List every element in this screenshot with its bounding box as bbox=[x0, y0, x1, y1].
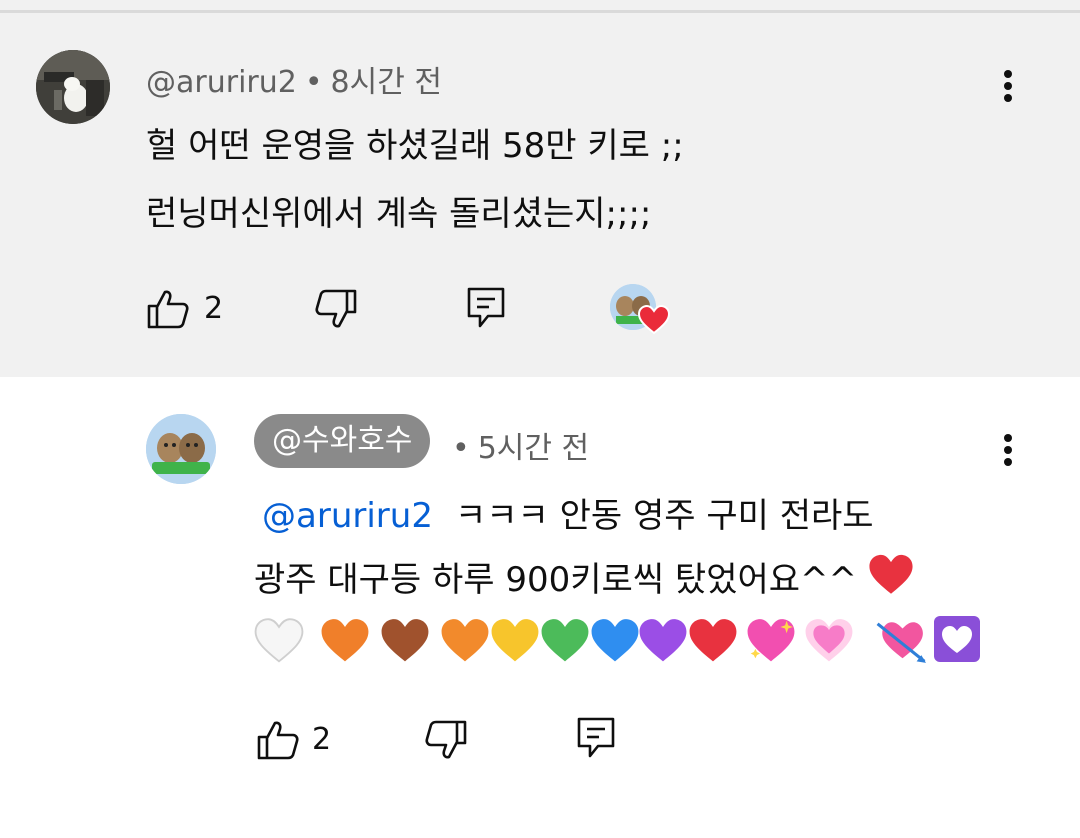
more-options-icon[interactable] bbox=[998, 66, 1018, 106]
like-count: 2 bbox=[312, 722, 332, 757]
reply-icon[interactable] bbox=[576, 716, 616, 760]
dislike-icon[interactable] bbox=[424, 718, 468, 762]
comment-thread: @aruriru2 • 8시간 전 헐 어떤 운영을 하셨길래 58만 키로 ;; … bbox=[0, 0, 1080, 377]
emoji-hearts-row bbox=[254, 616, 994, 666]
reply-icon[interactable] bbox=[466, 286, 506, 330]
avatar[interactable] bbox=[146, 414, 216, 484]
orange-heart-icon bbox=[441, 619, 489, 662]
growing-heart-icon bbox=[805, 619, 853, 662]
author-name[interactable]: @aruriru2 bbox=[146, 65, 297, 100]
reply-text: ㅋㅋㅋ 안동 영주 구미 전라도 bbox=[454, 496, 874, 536]
heart-with-arrow-icon bbox=[876, 622, 926, 663]
red-heart-icon bbox=[689, 619, 737, 662]
sparkling-heart-icon bbox=[747, 619, 795, 662]
creator-heart-badge bbox=[610, 284, 672, 338]
reply-text-line: @aruriru2 ㅋㅋㅋ 안동 영주 구미 전라도 bbox=[254, 488, 874, 537]
mention-link[interactable]: @aruriru2 bbox=[262, 496, 433, 536]
separator: • bbox=[452, 431, 470, 466]
dislike-icon[interactable] bbox=[314, 287, 358, 331]
reply-text: 광주 대구등 하루 900키로씩 탔었어요^^ bbox=[254, 560, 858, 600]
heart-decoration-icon bbox=[934, 616, 980, 662]
avatar[interactable] bbox=[36, 50, 110, 124]
comment-text-line: 런닝머신위에서 계속 돌리셨는지;;;; bbox=[146, 194, 652, 234]
red-heart-icon bbox=[638, 304, 670, 335]
creator-handle-badge[interactable]: @수와호수 bbox=[254, 414, 431, 468]
divider bbox=[0, 10, 1080, 13]
reply-meta: • 5시간 전 bbox=[452, 423, 589, 467]
red-heart-icon bbox=[869, 554, 913, 594]
like-icon[interactable] bbox=[256, 718, 300, 762]
separator: • bbox=[304, 65, 323, 100]
blue-heart-icon bbox=[591, 619, 639, 662]
comment-meta: @aruriru2 • 8시간 전 bbox=[146, 57, 442, 101]
brown-heart-icon bbox=[381, 619, 429, 662]
yellow-heart-icon bbox=[491, 619, 539, 662]
green-heart-icon bbox=[541, 619, 589, 662]
like-count: 2 bbox=[204, 291, 224, 326]
timestamp[interactable]: 5시간 전 bbox=[478, 431, 589, 466]
white-heart-icon bbox=[254, 618, 304, 663]
reply-text-line: 광주 대구등 하루 900키로씩 탔었어요^^ bbox=[254, 552, 914, 601]
more-options-icon[interactable] bbox=[998, 430, 1018, 470]
like-icon[interactable] bbox=[146, 287, 190, 331]
timestamp[interactable]: 8시간 전 bbox=[331, 65, 442, 100]
purple-heart-icon bbox=[639, 619, 687, 662]
orange-heart-icon bbox=[321, 619, 369, 662]
comment-text-line: 헐 어떤 운영을 하셨길래 58만 키로 ;; bbox=[146, 126, 684, 166]
